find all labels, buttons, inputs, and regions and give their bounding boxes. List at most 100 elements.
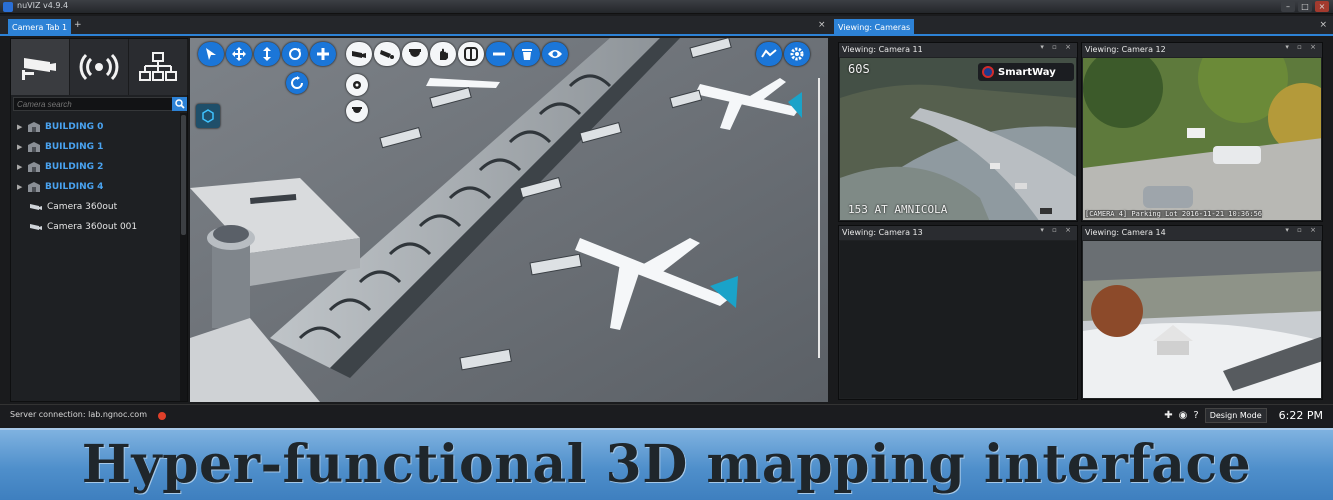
hexagon-icon: [202, 109, 214, 123]
sub-dome-option-button[interactable]: [346, 100, 368, 122]
plus-icon: [317, 48, 329, 60]
camera-feed-14[interactable]: [1083, 241, 1321, 398]
tree-item-camera[interactable]: Camera 360out: [11, 197, 181, 217]
orbit-icon: [289, 48, 301, 60]
camera-icon: [30, 204, 42, 210]
close-tab-button[interactable]: ×: [818, 20, 826, 30]
orbit-tool-button[interactable]: [282, 42, 308, 66]
trash-icon: [522, 49, 532, 60]
delete-button[interactable]: [514, 42, 540, 66]
panel-controls[interactable]: ▾ ▫ ×: [1040, 43, 1074, 51]
expand-arrow-icon[interactable]: ▶: [17, 143, 27, 151]
tab-camera-tab-1[interactable]: Camera Tab 1: [8, 19, 72, 36]
app-window: nuVIZ v4.9.4 – □ × Camera Tab 1 + × Came…: [0, 0, 1333, 500]
view-options-button[interactable]: [756, 42, 782, 66]
logo-text: SmartWay: [998, 66, 1056, 78]
cursor-arrow-icon: [206, 48, 216, 60]
add-dome-camera-button[interactable]: [402, 42, 428, 66]
tree-item-building[interactable]: ▶ BUILDING 0: [11, 117, 181, 137]
camera-search-box: [13, 97, 187, 111]
gear-icon: [790, 47, 804, 61]
vertical-move-button[interactable]: [254, 42, 280, 66]
camera-panel-14: Viewing: Camera 14 ▾ ▫ ×: [1081, 225, 1323, 400]
camera-tab-strip: Camera Tab 1 + ×: [0, 16, 840, 36]
screenshot-camera-icon[interactable]: ◉: [1179, 410, 1188, 421]
close-window-button[interactable]: ×: [1315, 1, 1329, 12]
ptz-camera-icon: [380, 50, 394, 59]
building-icon: [28, 182, 40, 192]
status-bar-actions: ✚ ◉ ? Design Mode 6:22 PM: [1164, 408, 1323, 423]
minimize-button[interactable]: –: [1281, 1, 1295, 12]
panel-controls[interactable]: ▾ ▫ ×: [1285, 226, 1319, 234]
3d-map-view[interactable]: [190, 38, 828, 402]
view-toggle-icon: [761, 49, 777, 58]
camera-feed-13[interactable]: [840, 241, 1076, 398]
panel-controls[interactable]: ▾ ▫ ×: [1040, 226, 1074, 234]
connection-indicator-icon: [158, 412, 166, 420]
add-camera-button[interactable]: [346, 42, 372, 66]
settings-button[interactable]: [784, 42, 810, 66]
cameras-mode-button[interactable]: [11, 39, 70, 95]
sidebar-scrollbar[interactable]: [180, 113, 187, 401]
expand-arrow-icon[interactable]: ▶: [17, 123, 27, 131]
reset-view-button[interactable]: [286, 72, 308, 94]
status-bar: Server connection: lab.ngnoc.com ✚ ◉ ? D…: [0, 404, 1333, 426]
camera-overlay-bottom: [CAMERA 4] Parking Lot 2016-11-21 10:36:…: [1085, 210, 1263, 218]
sidebar-mode-buttons: [11, 39, 189, 95]
hand-touch-icon: [440, 48, 448, 60]
building-icon: [28, 142, 40, 152]
expand-arrow-icon[interactable]: ▶: [17, 183, 27, 191]
parking-lot-feed-image: [1083, 58, 1321, 220]
panel-controls[interactable]: ▾ ▫ ×: [1285, 43, 1319, 51]
visibility-button[interactable]: [542, 42, 568, 66]
camera-panel-13: Viewing: Camera 13 ▾ ▫ ×: [838, 225, 1078, 400]
search-icon: [174, 99, 185, 109]
viewing-tab-strip: Viewing: Cameras ×: [832, 16, 1333, 36]
app-logo-icon: [3, 2, 13, 12]
smartway-logo: SmartWay: [978, 63, 1074, 81]
tree-item-label: BUILDING 1: [45, 142, 104, 152]
camera-feed-11[interactable]: 60S SmartWay 153 AT AMNICOLA: [840, 58, 1076, 220]
split-panel-icon: [464, 47, 478, 61]
window-title: nuVIZ v4.9.4: [17, 1, 69, 10]
tree-item-building[interactable]: ▶ BUILDING 1: [11, 137, 181, 157]
design-mode-button[interactable]: Design Mode: [1204, 408, 1267, 423]
add-ptz-camera-button[interactable]: [374, 42, 400, 66]
tree-item-building[interactable]: ▶ BUILDING 2: [11, 157, 181, 177]
expand-arrow-icon[interactable]: ▶: [17, 163, 27, 171]
map-settings-toolbar: [756, 42, 812, 66]
split-view-button[interactable]: [458, 42, 484, 66]
layers-toggle-button[interactable]: [196, 104, 220, 128]
sidebar: ▶ BUILDING 0 ▶ BUILDING 1 ▶ BUILDING 2 ▶…: [10, 38, 188, 402]
maximize-button[interactable]: □: [1298, 1, 1312, 12]
sub-camera-option-button[interactable]: [346, 74, 368, 96]
dome-camera-icon: [409, 49, 421, 57]
pan-tool-button[interactable]: [226, 42, 252, 66]
tree-item-label: BUILDING 2: [45, 162, 104, 172]
add-tab-button[interactable]: +: [74, 20, 82, 30]
close-viewing-tab-button[interactable]: ×: [1319, 20, 1327, 30]
tree-item-label: Camera 360out: [47, 202, 118, 212]
server-connection-status: Server connection: lab.ngnoc.com: [10, 410, 147, 419]
remove-button[interactable]: [486, 42, 512, 66]
select-tool-button[interactable]: [198, 42, 224, 66]
move-arrows-icon: [232, 47, 246, 61]
window-controls: – □ ×: [1281, 1, 1329, 12]
hierarchy-mode-button[interactable]: [129, 39, 188, 95]
tree-item-building[interactable]: ▶ BUILDING 4: [11, 177, 181, 197]
zoom-in-button[interactable]: [310, 42, 336, 66]
camera-icon: [30, 224, 42, 230]
camera-panel-11: Viewing: Camera 11 ▾ ▫ × 60S SmartWay 15…: [838, 42, 1078, 222]
camera-search-input[interactable]: [14, 98, 172, 110]
search-button[interactable]: [172, 97, 187, 111]
add-sensor-button[interactable]: [430, 42, 456, 66]
help-icon[interactable]: ?: [1193, 410, 1198, 421]
sensors-mode-button[interactable]: [70, 39, 129, 95]
add-icon[interactable]: ✚: [1164, 410, 1172, 421]
camera-feed-12[interactable]: [CAMERA 4] Parking Lot 2016-11-21 10:36:…: [1083, 58, 1321, 220]
camera-tree: ▶ BUILDING 0 ▶ BUILDING 1 ▶ BUILDING 2 ▶…: [11, 117, 181, 237]
building-icon: [28, 122, 40, 132]
scrollbar-thumb[interactable]: [181, 115, 186, 235]
tree-item-camera[interactable]: Camera 360out 001: [11, 217, 181, 237]
tab-viewing-cameras[interactable]: Viewing: Cameras: [834, 19, 915, 36]
